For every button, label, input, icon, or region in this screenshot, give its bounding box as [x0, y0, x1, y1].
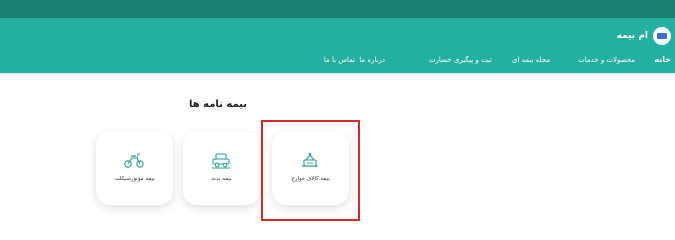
- card-motorcycle-insurance[interactable]: بیمه موتورسیکلت: [96, 131, 173, 205]
- brand-name: ام بیمه: [616, 31, 648, 41]
- brand-logo-icon: [653, 27, 671, 45]
- nav-contact[interactable]: تماس با ما: [324, 56, 355, 64]
- highlight-box: [261, 120, 360, 221]
- car-body-icon: [212, 153, 230, 169]
- motorcycle-icon: [124, 153, 144, 168]
- brand[interactable]: ام بیمه: [617, 27, 671, 45]
- navbar: ام بیمه خانه محصولات و خدمات مجله بیمه ا…: [0, 18, 675, 73]
- card-label: بیمه بدنه: [211, 176, 232, 182]
- card-label: بیمه موتورسیکلت: [114, 176, 155, 182]
- nav-about[interactable]: درباره ما: [359, 56, 385, 64]
- section-title: بیمه نامه ها: [188, 99, 248, 110]
- nav-products[interactable]: محصولات و خدمات: [578, 56, 635, 64]
- nav-claims[interactable]: ثبت و پیگیری خسارت: [429, 56, 492, 64]
- top-strip: [0, 0, 675, 18]
- card-car-body-insurance[interactable]: بیمه بدنه: [183, 131, 260, 205]
- nav-magazine[interactable]: مجله بیمه ای: [512, 56, 550, 64]
- nav-home[interactable]: خانه: [654, 55, 671, 64]
